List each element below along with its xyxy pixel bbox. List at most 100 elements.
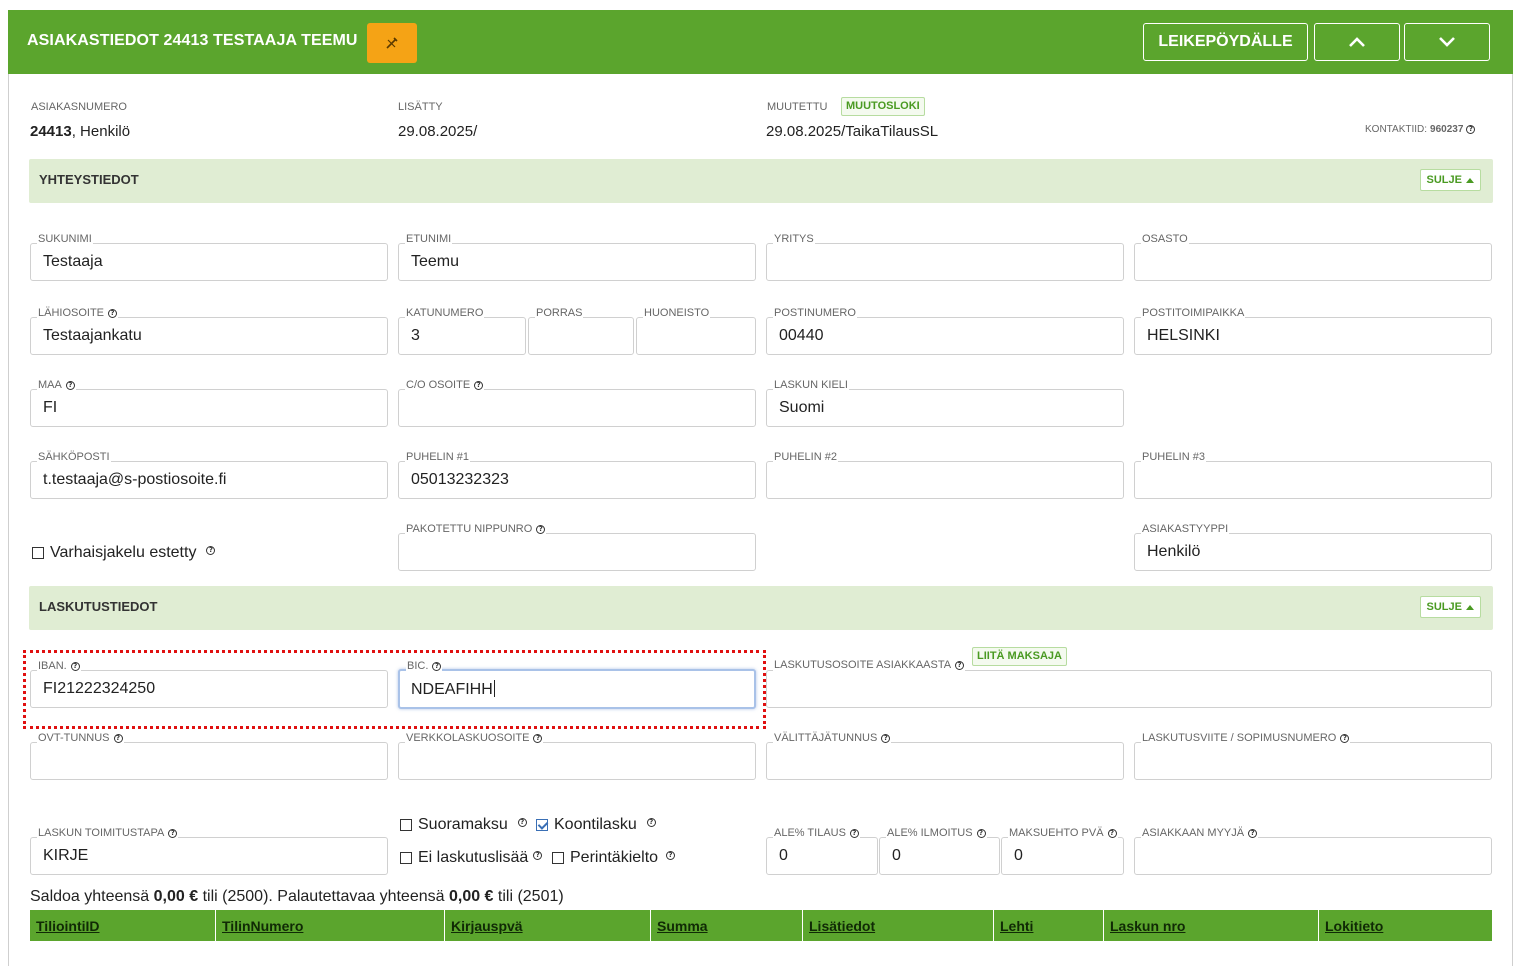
early-delivery-box[interactable] — [32, 547, 44, 559]
help-icon[interactable]: ? — [536, 525, 546, 534]
company-field[interactable]: YRITYS — [766, 233, 1124, 281]
label-text: PUHELIN #3 — [1142, 451, 1205, 463]
stairway-field[interactable]: PORRAS — [528, 307, 634, 355]
col-laskun-nro[interactable]: Laskun nro — [1104, 910, 1319, 941]
postal-code-field[interactable]: POSTINUMERO 00440 — [766, 307, 1124, 355]
col-tiliointi-id[interactable]: TiliointiID — [30, 910, 216, 941]
street-number-label: KATUNUMERO — [405, 307, 485, 320]
label-text: LASKUN TOIMITUSTAPA — [38, 827, 165, 839]
first-name-field[interactable]: ETUNIMI Teemu — [398, 233, 756, 281]
help-icon[interactable]: ? — [976, 829, 986, 838]
label-text: LÄHIOSOITE — [38, 307, 105, 319]
delivery-method-field[interactable]: LASKUN TOIMITUSTAPA? KIRJE — [30, 827, 388, 875]
city-field[interactable]: POSTITOIMIPAIKKA HELSINKI — [1134, 307, 1492, 355]
phone3-field[interactable]: PUHELIN #3 — [1134, 451, 1492, 499]
help-icon[interactable]: ? — [474, 381, 484, 390]
consolidated-invoice-checkbox[interactable]: Koontilasku ? — [536, 816, 656, 834]
ad-discount-field[interactable]: ALE% ILMOITUS? 0 — [879, 827, 1000, 875]
help-icon[interactable]: ? — [1340, 734, 1350, 743]
street-address-field[interactable]: LÄHIOSOITE? Testaajankatu — [30, 307, 388, 355]
label-text: SUKUNIMI — [38, 233, 92, 245]
col-kirjauspva[interactable]: Kirjauspvä — [445, 910, 651, 941]
change-log-button[interactable]: MUUTOSLOKI — [841, 97, 925, 116]
help-icon[interactable]: ? — [108, 309, 118, 318]
col-lisatiedot[interactable]: Lisätiedot — [803, 910, 994, 941]
modified-value: 29.08.2025/TaikaTilausSL — [766, 123, 939, 140]
edit-button[interactable] — [367, 23, 417, 63]
invoice-reference-field[interactable]: LASKUTUSVIITE / SOPIMUSNUMERO? — [1134, 732, 1492, 780]
ovt-field[interactable]: OVT-TUNNUS? — [30, 732, 388, 780]
early-delivery-checkbox[interactable]: Varhaisjakelu estetty ? — [32, 544, 216, 562]
customer-type-field[interactable]: ASIAKASTYYPPI Henkilö — [1134, 523, 1492, 571]
contact-id-value: 960237 — [1430, 124, 1464, 135]
help-icon[interactable]: ? — [1107, 829, 1117, 838]
email-field[interactable]: SÄHKÖPOSTI t.testaaja@s-postiosoite.fi — [30, 451, 388, 499]
country-field[interactable]: MAA? FI — [30, 379, 388, 427]
collection-ban-checkbox[interactable]: Perintäkielto ? — [552, 849, 676, 867]
forced-bundle-number-field[interactable]: PAKOTETTU NIPPUNRO? — [398, 523, 756, 571]
direct-debit-box[interactable] — [400, 819, 412, 831]
copy-to-clipboard-button[interactable]: LEIKEPÖYDÄLLE — [1143, 23, 1308, 61]
collapse-billing-button[interactable]: SULJE — [1419, 596, 1481, 618]
co-address-field[interactable]: C/O OSOITE? — [398, 379, 756, 427]
label-text: OVT-TUNNUS — [38, 732, 110, 744]
e-invoice-address-field[interactable]: VERKKOLASKUOSOITE? — [398, 732, 756, 780]
help-icon[interactable]: ? — [168, 829, 178, 838]
direct-debit-label: Suoramaksu — [418, 816, 508, 833]
help-icon[interactable]: ? — [533, 734, 543, 743]
ledger-table-header: TiliointiID TilinNumero Kirjauspvä Summa… — [30, 910, 1492, 941]
phone2-field[interactable]: PUHELIN #2 — [766, 451, 1124, 499]
billing-address-from-customer-field[interactable]: LASKUTUSOSOITE ASIAKKAASTA? — [766, 659, 1492, 708]
help-icon[interactable]: ? — [955, 661, 965, 670]
added-label: LISÄTTY — [398, 101, 443, 113]
contact-section-header[interactable]: YHTEYSTIEDOT SULJE — [29, 159, 1493, 203]
help-icon[interactable]: ? — [646, 817, 656, 827]
help-icon[interactable]: ? — [881, 734, 891, 743]
forced-bundle-number-label: PAKOTETTU NIPPUNRO? — [405, 523, 547, 536]
salesperson-label: ASIAKKAAN MYYJÄ? — [1141, 827, 1259, 840]
help-icon[interactable]: ? — [113, 734, 123, 743]
last-name-field[interactable]: SUKUNIMI Testaaja — [30, 233, 388, 281]
payment-term-value: 0 — [1014, 847, 1023, 864]
consolidated-invoice-box[interactable] — [536, 819, 548, 831]
collapse-contact-button[interactable]: SULJE — [1419, 169, 1481, 191]
collection-ban-box[interactable] — [552, 852, 564, 864]
customer-number-value: 24413, Henkilö — [30, 123, 130, 140]
help-icon[interactable]: ? — [206, 545, 216, 555]
label-text: POSTINUMERO — [774, 307, 856, 319]
help-icon[interactable]: ? — [849, 829, 859, 838]
direct-debit-checkbox[interactable]: Suoramaksu ? — [400, 816, 527, 834]
department-field[interactable]: OSASTO — [1134, 233, 1492, 281]
balance-amount: 0,00 € — [153, 888, 199, 905]
invoice-language-field[interactable]: LASKUN KIELI Suomi — [766, 379, 1124, 427]
postal-code-label: POSTINUMERO — [773, 307, 857, 320]
previous-button[interactable] — [1314, 23, 1400, 61]
no-billing-fee-box[interactable] — [400, 852, 412, 864]
col-summa[interactable]: Summa — [651, 910, 803, 941]
next-button[interactable] — [1404, 23, 1490, 61]
col-lehti[interactable]: Lehti — [994, 910, 1104, 941]
payment-term-field[interactable]: MAKSUEHTO PVÄ? 0 — [1001, 827, 1124, 875]
operator-id-field[interactable]: VÄLITTÄJÄTUNNUS? — [766, 732, 1124, 780]
customer-number: 24413 — [30, 123, 72, 140]
email-label: SÄHKÖPOSTI — [37, 451, 111, 464]
help-icon[interactable]: ? — [1466, 125, 1476, 134]
first-name-label: ETUNIMI — [405, 233, 453, 246]
help-icon[interactable]: ? — [666, 850, 676, 860]
help-icon[interactable]: ? — [533, 850, 543, 860]
order-discount-field[interactable]: ALE% TILAUS? 0 — [766, 827, 878, 875]
consolidated-invoice-label: Koontilasku — [554, 816, 637, 833]
street-number-field[interactable]: KATUNUMERO 3 — [398, 307, 526, 355]
apartment-field[interactable]: HUONEISTO — [636, 307, 756, 355]
col-lokitieto[interactable]: Lokitieto — [1319, 910, 1492, 941]
help-icon[interactable]: ? — [65, 381, 75, 390]
help-icon[interactable]: ? — [517, 817, 527, 827]
label-text: PUHELIN #2 — [774, 451, 837, 463]
attach-payer-button[interactable]: LIITÄ MAKSAJA — [972, 647, 1067, 666]
col-tilinnumero[interactable]: TilinNumero — [216, 910, 445, 941]
help-icon[interactable]: ? — [1248, 829, 1258, 838]
phone1-field[interactable]: PUHELIN #1 05013232323 — [398, 451, 756, 499]
no-billing-fee-checkbox[interactable]: Ei laskutuslisää ? — [400, 849, 543, 867]
salesperson-field[interactable]: ASIAKKAAN MYYJÄ? — [1134, 827, 1492, 875]
billing-section-header[interactable]: LASKUTUSTIEDOT SULJE — [29, 586, 1493, 630]
